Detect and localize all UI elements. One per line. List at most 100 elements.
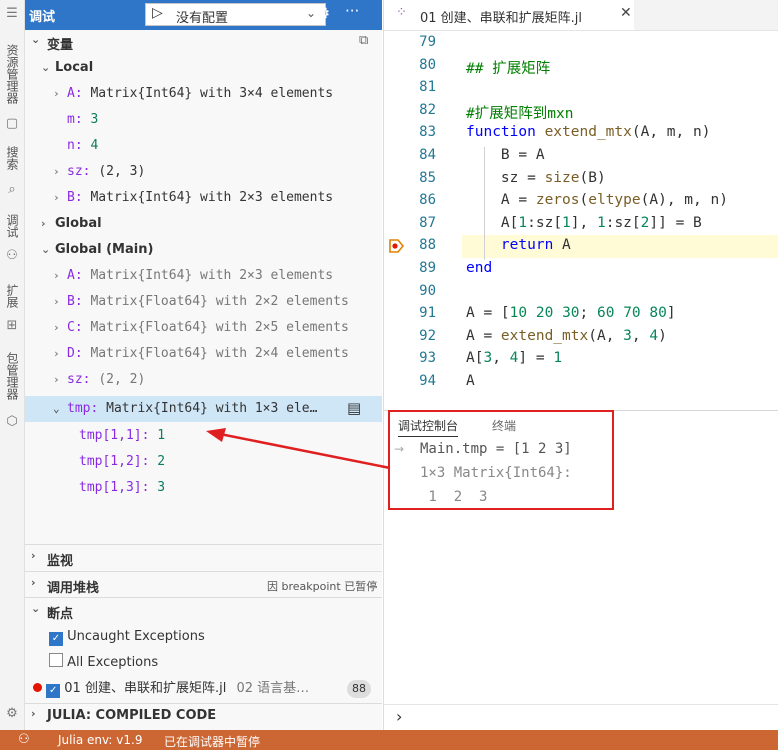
watch-header[interactable]: › 监视 bbox=[25, 546, 382, 570]
bp-line-badge: 88 bbox=[347, 680, 371, 698]
checkbox-empty-icon[interactable] bbox=[49, 653, 63, 667]
breakpoint-dot-icon bbox=[33, 683, 42, 692]
variables-header[interactable]: ⌄ 变量 ⧉ bbox=[25, 30, 382, 54]
scope-local[interactable]: ⌄ Local bbox=[41, 56, 93, 80]
line-number: 80 bbox=[419, 56, 436, 73]
code-line: A = [10 20 30; 60 70 80] bbox=[466, 305, 676, 322]
tab-bar: ⁘ 01 创建、串联和扩展矩阵.jl ✕ bbox=[384, 0, 778, 31]
scope-global[interactable]: › Global bbox=[41, 212, 102, 236]
var-row[interactable]: › A: Matrix{Int64} with 2×3 elements bbox=[53, 264, 333, 288]
view-in-table-icon[interactable]: ▤ bbox=[347, 399, 361, 417]
chevron-down-icon: ⌄ bbox=[31, 33, 41, 46]
line-number: 93 bbox=[419, 350, 436, 367]
breakpoints-header[interactable]: ⌄ 断点 bbox=[25, 599, 382, 623]
code-line: end bbox=[466, 260, 493, 276]
var-row[interactable]: › B: Matrix{Float64} with 2×2 elements bbox=[53, 290, 349, 314]
activity-bar: ☰ 资源管理器 ▢ 搜索 ⌕ 调试 ⚇ 扩展 ⊞ 包管理器 ⬡ ⚙ bbox=[0, 0, 25, 730]
line-number: 89 bbox=[419, 260, 436, 276]
var-row[interactable]: tmp[1,3]: 3 bbox=[79, 476, 165, 500]
line-number: 91 bbox=[419, 305, 436, 322]
code-line: A = extend_mtx(A, 3, 4) bbox=[466, 327, 667, 344]
code-line: A[3, 4] = 1 bbox=[466, 350, 563, 367]
callstack-status: 因 breakpoint 已暂停 bbox=[267, 580, 378, 593]
code-line: function extend_mtx(A, m, n) bbox=[466, 124, 711, 141]
debug-title: 调试 bbox=[29, 10, 56, 25]
gear-icon[interactable]: ⚙ bbox=[315, 4, 330, 24]
checkbox-checked-icon[interactable]: ✓ bbox=[46, 684, 61, 698]
var-row[interactable]: › sz: (2, 3) bbox=[53, 160, 145, 184]
indent-guide bbox=[484, 147, 485, 260]
var-row[interactable]: › C: Matrix{Float64} with 2×5 elements bbox=[53, 316, 349, 340]
divider bbox=[25, 597, 382, 598]
var-row[interactable]: › A: Matrix{Int64} with 3×4 elements bbox=[53, 82, 333, 106]
divider bbox=[25, 544, 382, 545]
divider bbox=[384, 704, 778, 705]
menu-icon[interactable]: ☰ bbox=[4, 6, 20, 22]
tab-file[interactable]: ⁘ 01 创建、串联和扩展矩阵.jl ✕ bbox=[384, 0, 634, 30]
line-number: 83 bbox=[419, 124, 436, 141]
line-number: 88 bbox=[419, 237, 436, 254]
bp-file[interactable]: ✓ 01 创建、串联和扩展矩阵.jl 02 语言基… 88 bbox=[33, 677, 382, 701]
var-row[interactable]: n: 4 bbox=[67, 134, 98, 158]
activity-packages[interactable]: 包管理器 bbox=[3, 352, 21, 400]
editor: ⁘ 01 创建、串联和扩展矩阵.jl ✕ 79 80 ## 扩展矩阵 81 82 #扩展矩… bbox=[383, 0, 778, 410]
activity-debug[interactable]: 调试 bbox=[3, 214, 21, 238]
console-input-prompt-icon[interactable]: › bbox=[396, 707, 402, 726]
collapse-all-icon[interactable]: ⧉ bbox=[359, 33, 368, 48]
code-line: A[1:sz[1], 1:sz[2]] = B bbox=[466, 214, 702, 231]
code-area[interactable]: 79 80 ## 扩展矩阵 81 82 #扩展矩阵到mxn 83 function exten… bbox=[384, 34, 778, 410]
status-bar: ⚇ Julia env: v1.9 已在调试器中暂停 bbox=[0, 730, 778, 750]
var-row[interactable]: › sz: (2, 2) bbox=[53, 368, 145, 392]
line-number: 81 bbox=[419, 79, 436, 96]
line-number: 86 bbox=[419, 192, 436, 209]
line-number: 85 bbox=[419, 169, 436, 186]
more-icon[interactable]: ··· bbox=[345, 2, 359, 20]
config-value: 没有配置 bbox=[176, 11, 229, 26]
bp-uncaught[interactable]: ✓ Uncaught Exceptions bbox=[49, 625, 205, 649]
debug-state: 已在调试器中暂停 bbox=[164, 735, 261, 749]
var-row[interactable]: tmp[1,2]: 2 bbox=[79, 450, 165, 474]
julia-file-icon: ⁘ bbox=[396, 5, 407, 20]
bp-all[interactable]: All Exceptions bbox=[49, 651, 158, 675]
code-line: sz = size(B) bbox=[466, 169, 606, 186]
line-number: 87 bbox=[419, 214, 436, 231]
annotation-arrow bbox=[206, 428, 391, 470]
activity-explorer[interactable]: 资源管理器 bbox=[3, 44, 21, 104]
line-number: 84 bbox=[419, 147, 436, 163]
line-number: 90 bbox=[419, 282, 436, 299]
checkbox-checked-icon[interactable]: ✓ bbox=[49, 632, 63, 646]
var-row-selected[interactable]: ⌄ tmp: Matrix{Int64} with 1×3 ele… ▤ bbox=[25, 396, 382, 422]
settings-icon[interactable]: ⚙ bbox=[4, 706, 20, 722]
code-line: A bbox=[466, 373, 475, 389]
play-icon[interactable]: ▷ bbox=[152, 5, 163, 21]
debug-status-icon[interactable]: ⚇ bbox=[18, 732, 30, 747]
debug-toolbar: 调试 ▷ 没有配置 ⌄ ⚙ ··· bbox=[25, 0, 382, 30]
search-icon: ⌕ bbox=[8, 182, 16, 197]
callstack-header[interactable]: › 调用堆栈 因 breakpoint 已暂停 bbox=[25, 573, 382, 597]
divider bbox=[25, 571, 382, 572]
julia-env[interactable]: Julia env: v1.9 bbox=[58, 733, 142, 747]
config-select[interactable]: ▷ 没有配置 ⌄ bbox=[145, 3, 326, 26]
var-row[interactable]: tmp[1,1]: 1 bbox=[79, 424, 165, 448]
var-row[interactable]: › D: Matrix{Float64} with 2×4 elements bbox=[53, 342, 349, 366]
compiled-code-header[interactable]: › JULIA: COMPILED CODE bbox=[25, 704, 382, 728]
var-row[interactable]: m: 3 bbox=[67, 108, 98, 132]
code-line: B = A bbox=[466, 147, 545, 163]
debug-icon: ⚇ bbox=[6, 248, 18, 263]
code-line: #扩展矩阵到mxn bbox=[466, 105, 574, 122]
close-icon[interactable]: ✕ bbox=[620, 5, 632, 21]
line-number: 82 bbox=[419, 101, 436, 118]
line-number: 92 bbox=[419, 327, 436, 344]
code-line: A = zeros(eltype(A), m, n) bbox=[466, 192, 728, 209]
activity-extensions[interactable]: 扩展 bbox=[3, 284, 21, 308]
line-number: 79 bbox=[419, 34, 436, 50]
files-icon: ▢ bbox=[5, 116, 19, 131]
code-line: return A bbox=[500, 237, 571, 254]
activity-search[interactable]: 搜索 bbox=[3, 146, 21, 170]
var-row[interactable]: › B: Matrix{Int64} with 2×3 elements bbox=[53, 186, 333, 210]
extensions-icon: ⊞ bbox=[6, 318, 18, 333]
scope-global-main[interactable]: ⌄ Global (Main) bbox=[41, 238, 153, 262]
line-number: 94 bbox=[419, 373, 436, 389]
code-line: ## 扩展矩阵 bbox=[466, 60, 551, 77]
debug-sidebar: 调试 ▷ 没有配置 ⌄ ⚙ ··· ⌄ 变量 ⧉ ⌄ Local › A: Matr… bbox=[25, 0, 382, 730]
